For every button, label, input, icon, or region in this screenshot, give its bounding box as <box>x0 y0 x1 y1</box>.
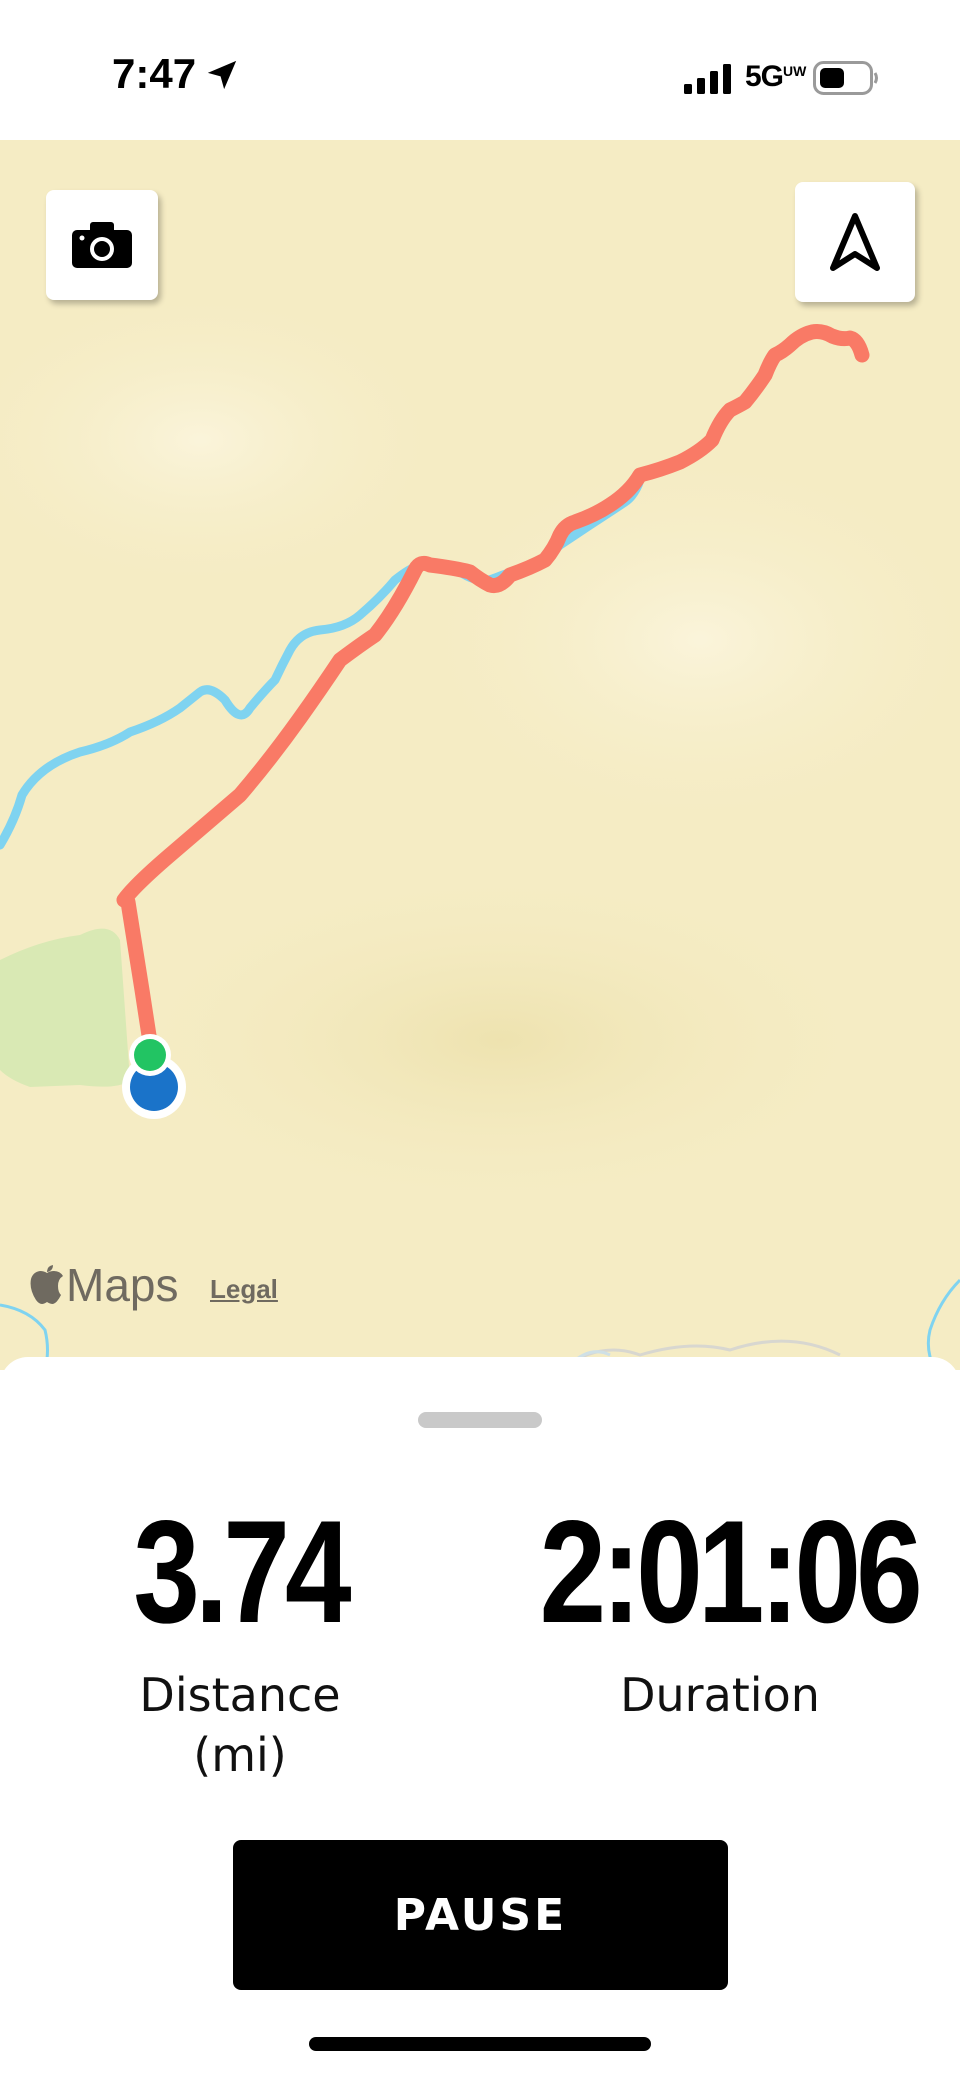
stats-sheet[interactable]: 3.74 Distance (mi) 2:01:06 Duration PAUS… <box>0 1357 960 2079</box>
navigation-arrow-icon <box>830 213 880 271</box>
sheet-grabber[interactable] <box>418 1412 542 1428</box>
terrain-shade <box>0 280 460 600</box>
camera-button[interactable] <box>46 190 158 300</box>
screen: 7:47 5GUW Maps Legal 3.74 Distance (mi) … <box>0 0 960 2079</box>
distance-unit: (mi) <box>193 1728 287 1782</box>
terrain-shade <box>100 860 900 1220</box>
distance-label: Distance <box>139 1668 341 1722</box>
start-marker <box>134 1039 166 1071</box>
duration-label: Duration <box>620 1668 820 1722</box>
distance-value: 3.74 <box>133 1490 351 1653</box>
distance-stat: 3.74 Distance (mi) <box>90 1497 390 1785</box>
maps-label: Maps <box>66 1259 179 1311</box>
duration-stat: 2:01:06 Duration <box>500 1497 940 1725</box>
network-type: 5GUW <box>745 60 806 94</box>
network-superscript: UW <box>783 63 807 79</box>
legal-link[interactable]: Legal <box>210 1274 278 1305</box>
apple-icon <box>30 1265 63 1304</box>
terrain-shade <box>400 440 960 840</box>
home-indicator[interactable] <box>309 2037 651 2051</box>
camera-icon <box>72 222 132 268</box>
distance-label-group: Distance (mi) <box>90 1665 390 1785</box>
duration-value: 2:01:06 <box>539 1490 923 1653</box>
map-canvas <box>0 280 960 1370</box>
battery-icon <box>813 61 878 95</box>
pause-button[interactable]: PAUSE <box>233 1840 728 1990</box>
park-area <box>0 928 130 1087</box>
map-view[interactable]: Maps Legal <box>0 140 960 1370</box>
network-label: 5G <box>745 60 784 93</box>
location-arrow-icon <box>207 60 237 90</box>
signal-icon <box>684 64 731 94</box>
recenter-button[interactable] <box>795 182 915 302</box>
status-bar: 7:47 5GUW <box>0 0 960 140</box>
status-time: 7:47 <box>112 50 197 97</box>
maps-attribution: Maps <box>30 1258 178 1312</box>
